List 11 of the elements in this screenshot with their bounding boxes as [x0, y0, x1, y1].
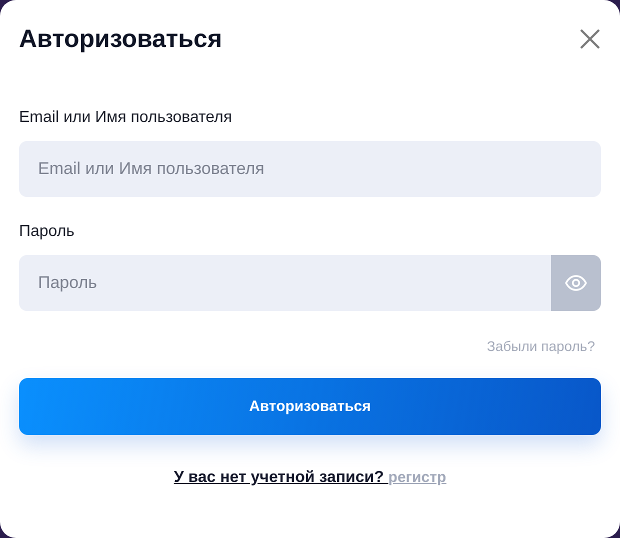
register-link[interactable]: регистр [388, 469, 446, 486]
field-label: Email или Имя пользователя [19, 109, 234, 127]
text-field[interactable]: Email или Имя пользователя [19, 141, 601, 197]
eye-icon [565, 275, 587, 291]
password-field[interactable]: Пароль [19, 255, 551, 311]
forgot-password-link[interactable]: Забыли пароль? [486, 338, 595, 354]
field-label: Пароль [19, 223, 76, 241]
close-button[interactable] [579, 28, 601, 50]
dialog-title: Авторизоваться [19, 24, 222, 54]
submit-button[interactable]: Авторизоваться [19, 378, 601, 435]
signup-prompt: У вас нет учетной записи? регистр [174, 469, 446, 487]
